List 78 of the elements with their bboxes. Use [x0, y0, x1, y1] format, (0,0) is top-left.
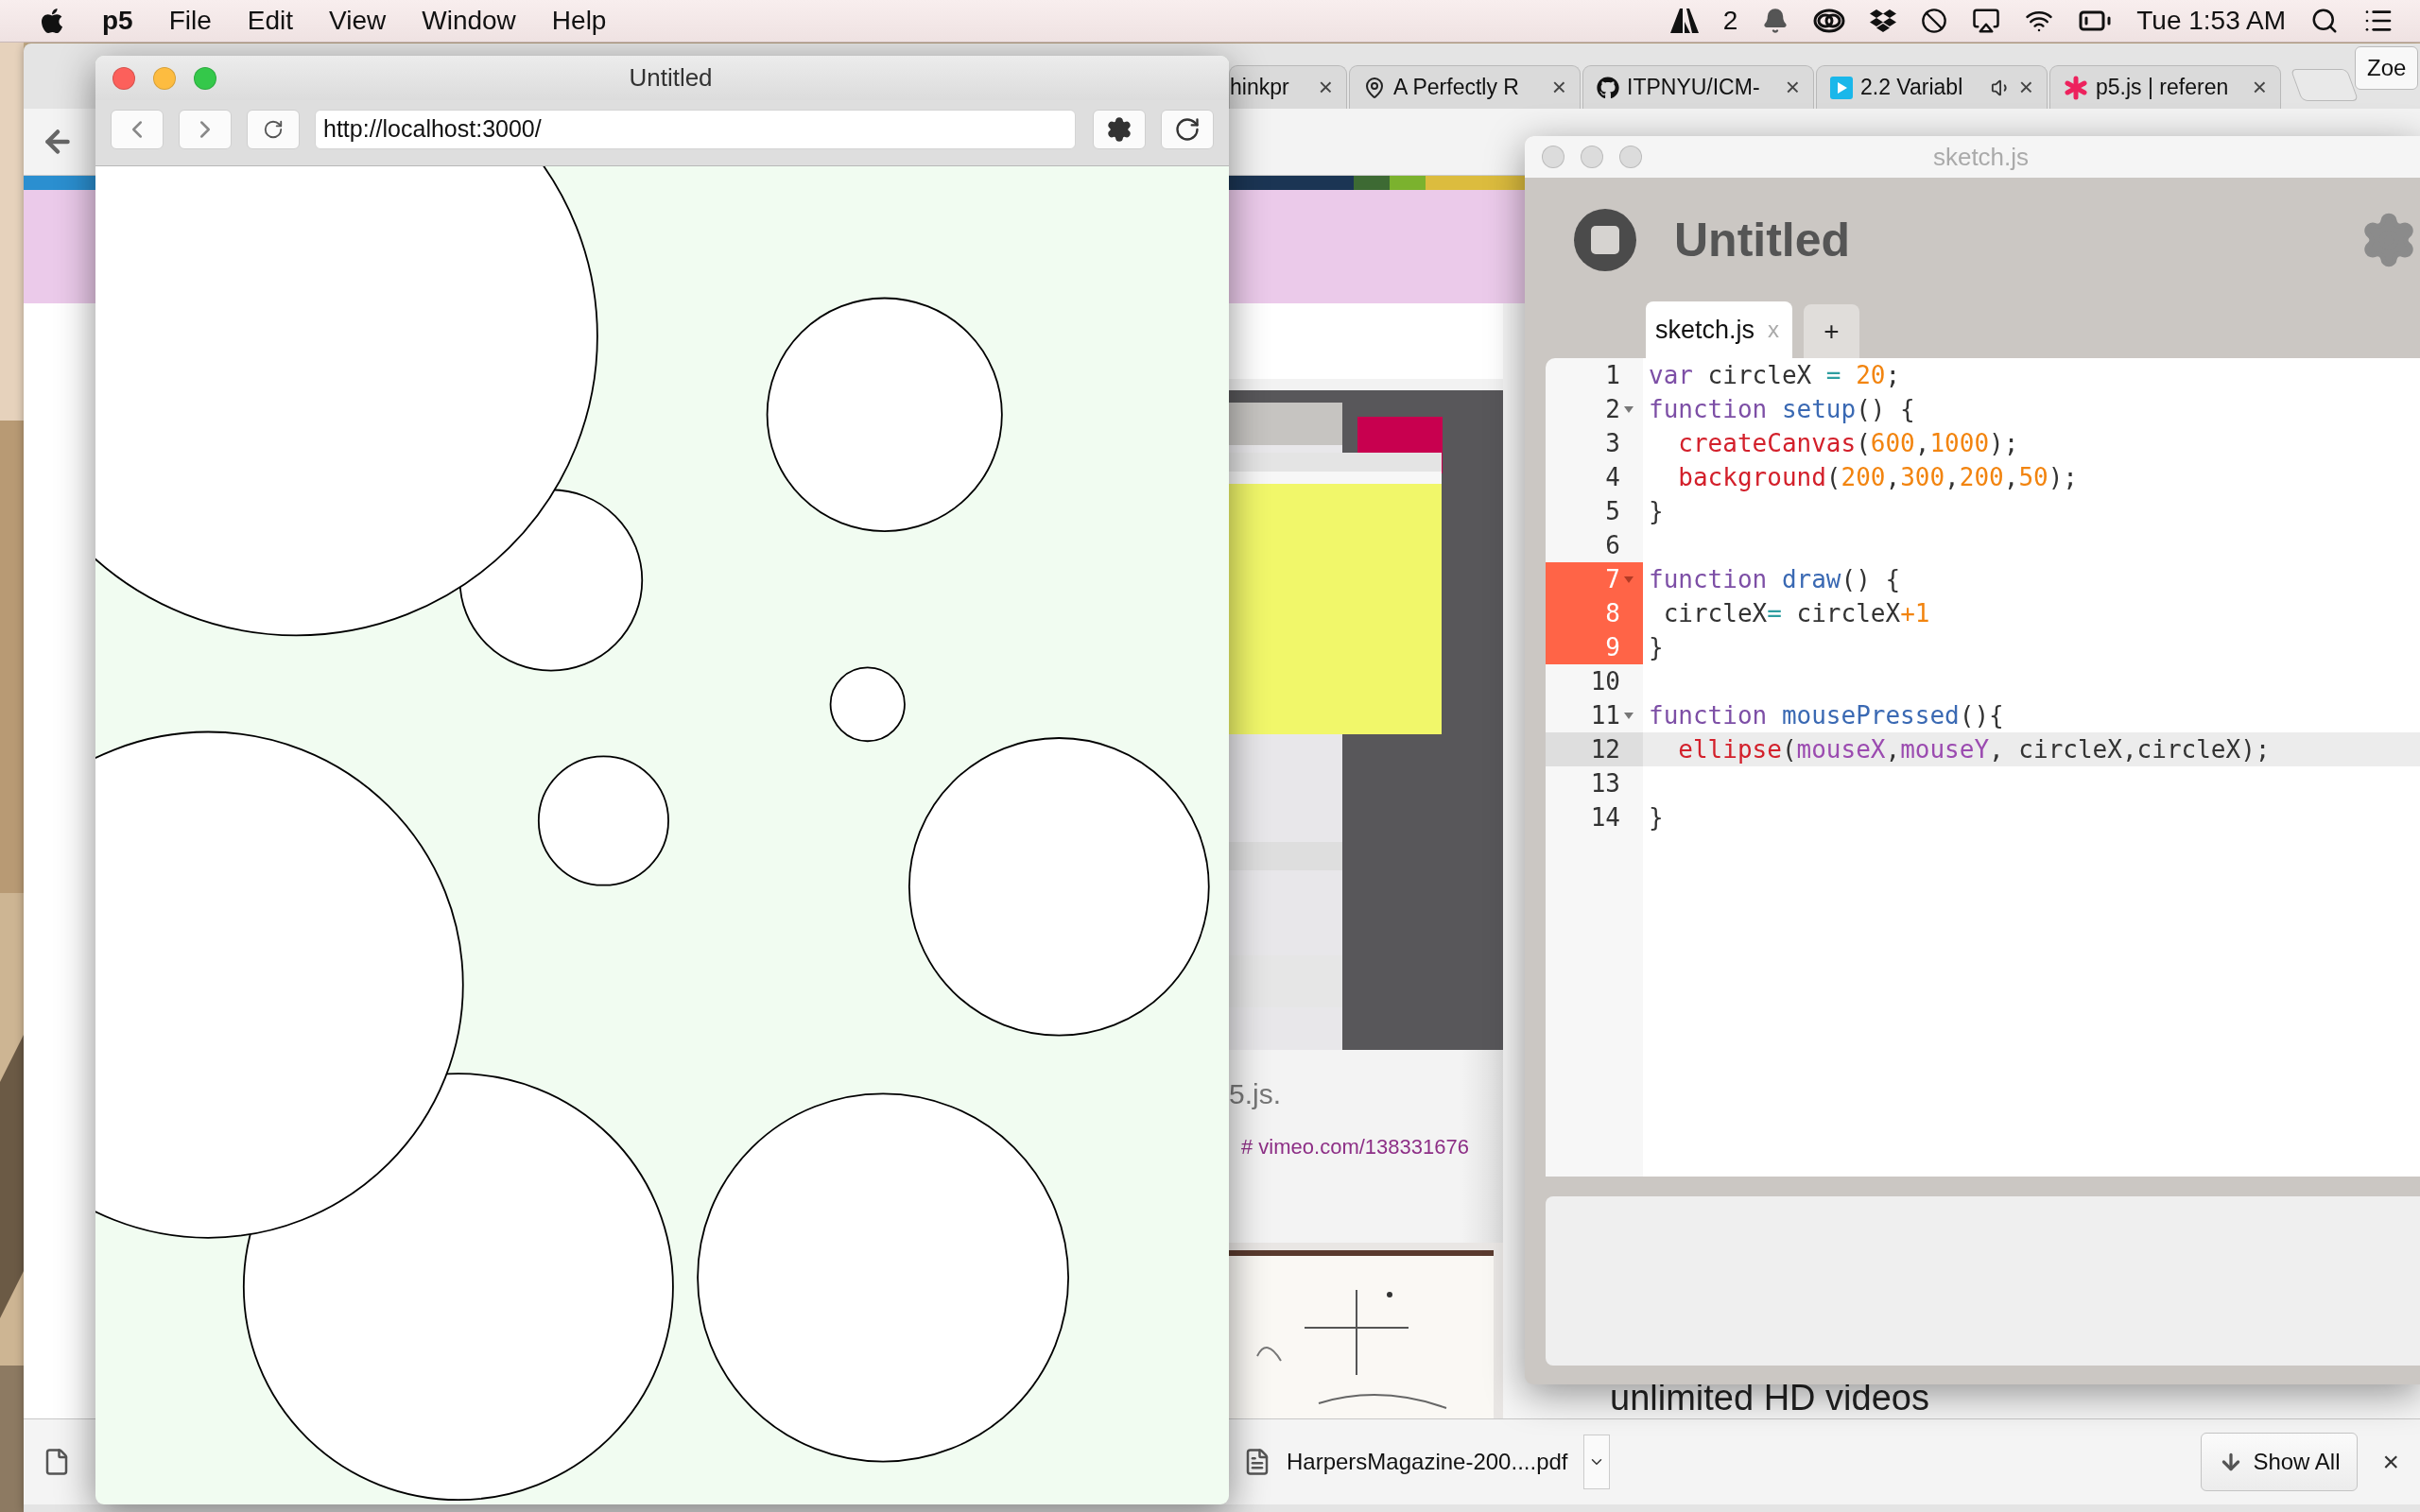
fold-icon[interactable] — [1624, 405, 1634, 413]
open-box-icon[interactable] — [1870, 8, 1897, 34]
code-line: function draw() { — [1648, 565, 1902, 593]
bell-icon[interactable] — [1762, 8, 1789, 34]
line-number: 8 — [1546, 596, 1643, 630]
code-line: function mousePressed(){ — [1648, 701, 2005, 730]
app-menu[interactable]: p5 — [102, 6, 133, 36]
settings-button[interactable] — [1093, 109, 1146, 149]
line-number: 2 — [1546, 392, 1643, 426]
show-all-button[interactable]: Show All — [2201, 1433, 2359, 1491]
line-number: 4 — [1604, 462, 1621, 493]
line-number: 1 — [1604, 360, 1621, 391]
clock[interactable]: Tue 1:53 AM — [2136, 6, 2286, 36]
close-tab-button[interactable]: × — [1318, 73, 1333, 102]
menu-item[interactable]: Window — [422, 6, 516, 36]
close-tab-button[interactable]: × — [1785, 73, 1800, 102]
browser-tab[interactable]: 2.2 Variabl × — [1816, 65, 2048, 109]
code-line: } — [1648, 497, 1665, 525]
line-number: 3 — [1604, 428, 1621, 459]
cat-logo-icon — [1597, 76, 1619, 99]
line-number: 10 — [1589, 666, 1621, 697]
pin-icon — [1363, 76, 1386, 99]
code-line: circleX= circleX+1 — [1662, 599, 1931, 627]
code-line: background(200,300,200,50); — [1677, 463, 2079, 491]
code-line: function setup() { — [1648, 395, 1916, 423]
search-icon[interactable] — [2310, 7, 2339, 35]
add-tab-button[interactable]: + — [1804, 304, 1860, 358]
sketch-title: Untitled — [1674, 212, 1851, 267]
window-title: Untitled — [628, 63, 714, 93]
code-line: var circleX = 20; — [1648, 361, 1902, 389]
circle-slash-icon[interactable] — [1921, 8, 1948, 34]
close-tab-button[interactable]: × — [1551, 73, 1566, 102]
close-tab-button[interactable]: × — [2018, 73, 2033, 102]
play-icon — [1830, 76, 1853, 99]
rings-icon[interactable] — [1813, 9, 1846, 33]
line-number: 5 — [1604, 496, 1621, 527]
menu-item[interactable]: Help — [551, 6, 607, 36]
reload-button[interactable] — [247, 109, 300, 149]
browser-tab[interactable]: ITPNYU/ICM- × — [1582, 65, 1814, 109]
window-title: sketch.js — [1931, 142, 2031, 172]
url-field[interactable]: http://localhost:3000/ — [315, 109, 1076, 149]
close-tab-button[interactable]: × — [2252, 73, 2267, 102]
browser-tab[interactable]: A Perfectly R × — [1349, 65, 1581, 109]
menu-item[interactable]: File — [168, 6, 212, 36]
profile-button[interactable]: Zoe — [2355, 46, 2419, 90]
line-number: 7 — [1546, 562, 1643, 596]
file-tab-label[interactable]: sketch.js — [1655, 315, 1755, 345]
download-item[interactable]: HarpersMagazine-200....pdf — [1287, 1449, 1568, 1475]
video-link[interactable]: # vimeo.com/138331676 — [1229, 1135, 1503, 1160]
browser-tab[interactable]: hinkpr × — [1229, 65, 1347, 109]
line-number: 6 — [1604, 530, 1621, 561]
reload-icon — [1174, 115, 1201, 143]
code-line: } — [1648, 633, 1665, 662]
line-number: 9 — [1546, 630, 1643, 664]
fold-icon[interactable] — [1624, 712, 1634, 719]
file-tab[interactable]: sketch.js x — [1646, 301, 1793, 358]
close-button[interactable] — [112, 66, 135, 90]
promo-text: unlimited HD videos — [1610, 1378, 1929, 1418]
browser-tab[interactable]: p5.js | referen × — [2049, 65, 2281, 109]
line-number: 13 — [1589, 768, 1621, 799]
line-number: 14 — [1589, 802, 1621, 833]
screen-share-icon[interactable] — [1972, 7, 2001, 35]
reload-icon — [263, 118, 284, 140]
line-number: 11 — [1546, 698, 1643, 732]
line-number: 12 — [1546, 732, 1643, 766]
code-editor[interactable] — [1546, 358, 2420, 1177]
code-line: ellipse(mouseX,mouseY, circleX,circleX); — [1677, 735, 2272, 764]
refresh-button[interactable] — [1161, 109, 1214, 149]
a-logo-icon[interactable] — [1669, 9, 1699, 33]
code-line: } — [1648, 803, 1665, 832]
close-button[interactable]: × — [2382, 1446, 2399, 1478]
code-line: createCanvas(600,1000); — [1677, 429, 2020, 457]
menu-item[interactable]: Edit — [247, 6, 294, 36]
menu-item[interactable]: View — [329, 6, 387, 36]
caption-text: 5.js. — [1229, 1078, 1283, 1110]
asterisk-icon — [2064, 75, 2088, 100]
notification-count: 2 — [1722, 6, 1738, 36]
settings-icon — [1106, 115, 1132, 143]
